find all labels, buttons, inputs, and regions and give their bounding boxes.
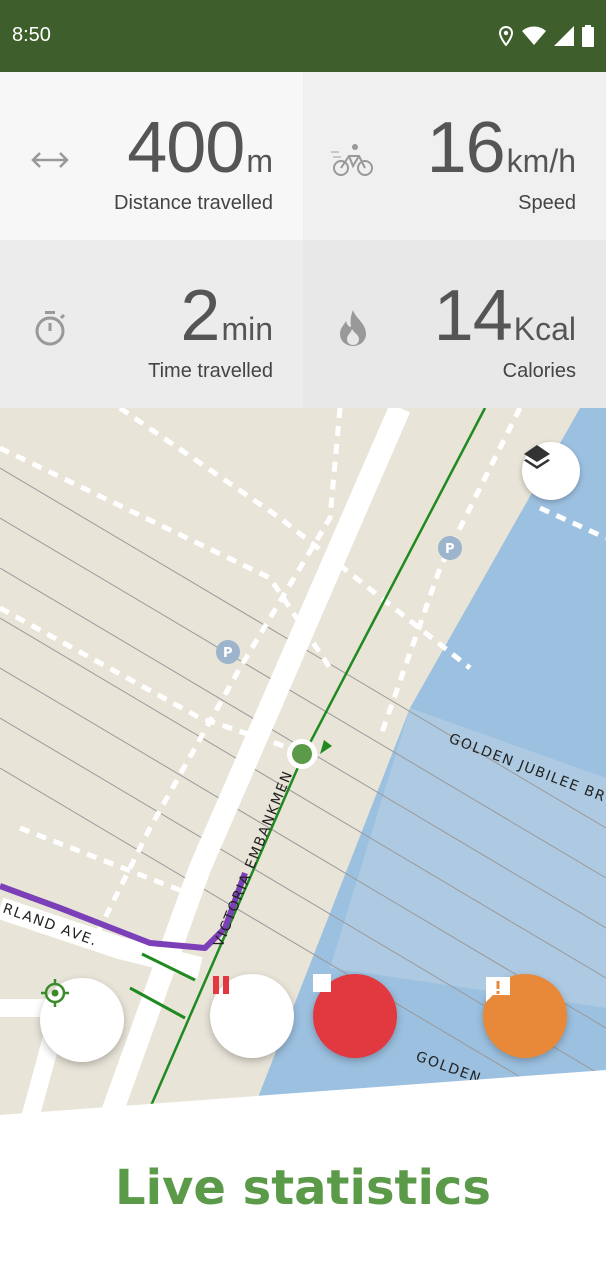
stat-time-label: Time travelled (148, 360, 273, 382)
stop-icon (313, 974, 331, 992)
layers-button[interactable] (522, 442, 580, 500)
stopwatch-icon (28, 306, 72, 350)
statistics-panel: 400m Distance travelled 16km/h Speed 2mi… (0, 72, 606, 408)
stat-calories-label: Calories (502, 360, 576, 382)
direction-arrow (320, 740, 332, 754)
parking-label: P (223, 646, 233, 661)
stat-calories-value: 14Kcal (433, 276, 576, 356)
status-bar: 8:50 (0, 0, 606, 72)
stat-distance-value: 400m (127, 108, 273, 188)
flame-icon (331, 306, 375, 350)
layers-icon (524, 445, 550, 469)
crosshair-icon (41, 979, 69, 1007)
battery-icon (582, 25, 594, 47)
stat-distance-label: Distance travelled (114, 192, 273, 214)
wifi-icon (522, 26, 546, 45)
status-icons (498, 24, 594, 48)
stat-time: 2min Time travelled (0, 240, 303, 408)
position-marker (292, 744, 312, 764)
status-time: 8:50 (12, 24, 51, 46)
stat-calories: 14Kcal Calories (303, 240, 606, 408)
parking-label: P (445, 542, 455, 557)
footer-title: Live statistics (115, 1160, 491, 1216)
signal-icon (554, 26, 574, 46)
stat-speed-value: 16km/h (426, 108, 576, 188)
report-icon (486, 977, 510, 1002)
distance-arrows-icon (28, 138, 72, 182)
cyclist-icon (331, 138, 375, 182)
stat-speed: 16km/h Speed (303, 72, 606, 240)
stat-distance: 400m Distance travelled (0, 72, 303, 240)
pause-icon (213, 976, 229, 994)
map-view[interactable]: GOLDEN JUBILEE BR VICTORIA EMBANKMEN RLA… (0, 408, 606, 1118)
location-icon (498, 26, 514, 46)
stat-time-value: 2min (180, 276, 273, 356)
stat-speed-label: Speed (518, 192, 576, 214)
